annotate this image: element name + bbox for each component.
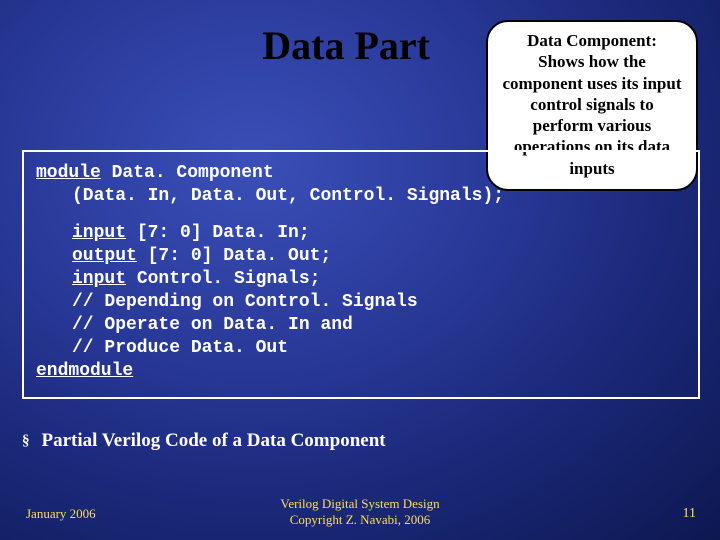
code-text: [7: 0] Data. In; [126,223,310,243]
module-name: Data. Component [101,163,274,183]
code-ports: (Data. In, Data. Out, Control. Signals); [36,185,686,208]
footer-credit-line2: Copyright Z. Navabi, 2006 [0,512,720,528]
footer-credit-line1: Verilog Digital System Design [0,496,720,512]
keyword-input: input [72,223,126,243]
code-line: endmodule [36,360,686,383]
keyword-output: output [72,246,137,266]
keyword-module: module [36,163,101,183]
code-box: module Data. Component (Data. In, Data. … [22,150,700,399]
slide-title: Data Part [0,22,430,69]
code-line: input Control. Signals; [36,268,686,291]
keyword-endmodule: endmodule [36,361,133,381]
footer-credit: Verilog Digital System Design Copyright … [0,496,720,529]
bullet-icon: § [22,433,30,450]
code-comment: // Produce Data. Out [36,337,686,360]
footer-page-number: 11 [683,506,696,522]
callout-heading: Data Component: [500,30,684,51]
caption-text: Partial Verilog Code of a Data Component [42,430,386,451]
code-line: output [7: 0] Data. Out; [36,245,686,268]
code-text: [7: 0] Data. Out; [137,246,331,266]
code-line: module Data. Component [36,162,686,185]
code-text: Control. Signals; [126,269,320,289]
slide-caption: § Partial Verilog Code of a Data Componen… [22,430,386,452]
keyword-input: input [72,269,126,289]
code-comment: // Depending on Control. Signals [36,291,686,314]
code-line: input [7: 0] Data. In; [36,222,686,245]
code-comment: // Operate on Data. In and [36,314,686,337]
